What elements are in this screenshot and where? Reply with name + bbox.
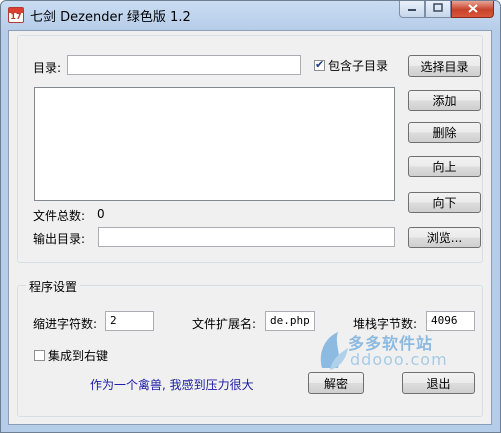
output-directory-label: 输出目录: [33, 232, 86, 246]
calendar-app-icon: 17 [8, 7, 24, 23]
minimize-button[interactable] [399, 1, 425, 18]
maximize-button[interactable] [425, 1, 451, 18]
close-icon [467, 2, 478, 16]
move-up-button[interactable]: 向上 [408, 156, 481, 177]
app-icon-number: 17 [10, 12, 22, 21]
watermark-url: ddooo.com [350, 350, 448, 369]
directory-input[interactable] [67, 55, 301, 75]
close-button[interactable] [451, 1, 494, 18]
context-menu-checkbox[interactable]: 集成到右键 [34, 347, 108, 364]
directory-label: 目录: [33, 61, 62, 75]
output-directory-input[interactable] [98, 227, 395, 247]
context-menu-label: 集成到右键 [48, 349, 109, 363]
total-files-value: 0 [97, 207, 105, 221]
select-directory-button[interactable]: 选择目录 [408, 55, 481, 77]
extension-label: 文件扩展名: [192, 317, 257, 331]
move-down-button[interactable]: 向下 [408, 192, 481, 213]
maximize-icon [433, 3, 443, 15]
total-files-label: 文件总数: [33, 209, 86, 223]
window-title: 七剑 Dezender 绿色版 1.2 [30, 10, 191, 25]
watermark-logo-icon [320, 332, 348, 370]
watermark: 多多软件站 ddooo.com [316, 328, 476, 388]
include-subdirs-checkbox[interactable]: ✔ 包含子目录 [314, 57, 388, 74]
delete-button[interactable]: 删除 [408, 122, 481, 143]
include-subdirs-box[interactable]: ✔ [314, 58, 325, 71]
context-menu-box[interactable] [34, 350, 45, 361]
indent-label: 缩进字符数: [33, 317, 98, 331]
minimize-icon [407, 4, 417, 15]
files-group: 目录: ✔ 包含子目录 选择目录 添加 删除 向上 向下 文件总数: 0 输出目… [17, 35, 483, 263]
indent-input[interactable]: 2 [105, 311, 154, 331]
check-icon: ✔ [315, 58, 325, 71]
app-window: 17 七剑 Dezender 绿色版 1.2 目录: ✔ 包含子目录 选择目录 … [0, 0, 501, 433]
add-button[interactable]: 添加 [408, 90, 481, 111]
file-listbox[interactable] [34, 87, 395, 201]
caption-buttons [399, 1, 494, 19]
settings-title: 程序设置 [26, 278, 81, 295]
extension-input[interactable]: de.php [265, 311, 315, 331]
include-subdirs-label: 包含子目录 [328, 59, 389, 73]
title-bar[interactable]: 17 七剑 Dezender 绿色版 1.2 [1, 1, 500, 29]
motto-text: 作为一个禽兽, 我感到压力很大 [90, 378, 254, 392]
browse-button[interactable]: 浏览... [408, 227, 481, 248]
